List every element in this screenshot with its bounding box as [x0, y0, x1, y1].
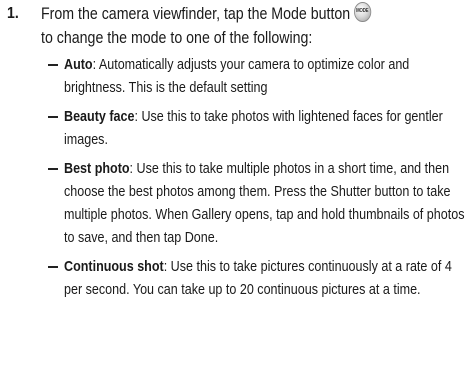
mode-item-description: : Automatically adjusts your camera to o…	[64, 57, 410, 96]
mode-item-body: Best photo: Use this to take multiple ph…	[64, 158, 468, 250]
manual-page: 1. From the camera viewfinder, tap the M…	[0, 0, 469, 385]
step-number: 1.	[7, 5, 19, 22]
mode-item-title: Beauty face	[64, 109, 135, 125]
mode-item-auto: Auto: Automatically adjusts your camera …	[48, 54, 468, 100]
step-line-2: to change the mode to one of the followi…	[41, 29, 313, 47]
mode-item-beauty-face: Beauty face: Use this to take photos wit…	[48, 106, 468, 152]
mode-item-body: Auto: Automatically adjusts your camera …	[64, 54, 468, 100]
mode-button-icon: MODE	[353, 2, 371, 22]
dash-bullet	[48, 168, 58, 170]
mode-item-title: Continuous shot	[64, 259, 164, 275]
dash-bullet	[48, 116, 58, 118]
mode-item-title: Auto	[64, 57, 93, 73]
mode-button-icon-label: MODE	[356, 8, 369, 14]
mode-list: Auto: Automatically adjusts your camera …	[48, 54, 468, 308]
step-line-1: From the camera viewfinder, tap the Mode…	[41, 5, 351, 23]
mode-item-body: Beauty face: Use this to take photos wit…	[64, 106, 468, 152]
step-instruction: From the camera viewfinder, tap the Mode…	[41, 2, 416, 50]
mode-item-title: Best photo	[64, 161, 130, 177]
dash-bullet	[48, 64, 58, 66]
mode-item-best-photo: Best photo: Use this to take multiple ph…	[48, 158, 468, 250]
mode-item-continuous-shot: Continuous shot: Use this to take pictur…	[48, 256, 468, 302]
mode-item-body: Continuous shot: Use this to take pictur…	[64, 256, 468, 302]
dash-bullet	[48, 266, 58, 268]
